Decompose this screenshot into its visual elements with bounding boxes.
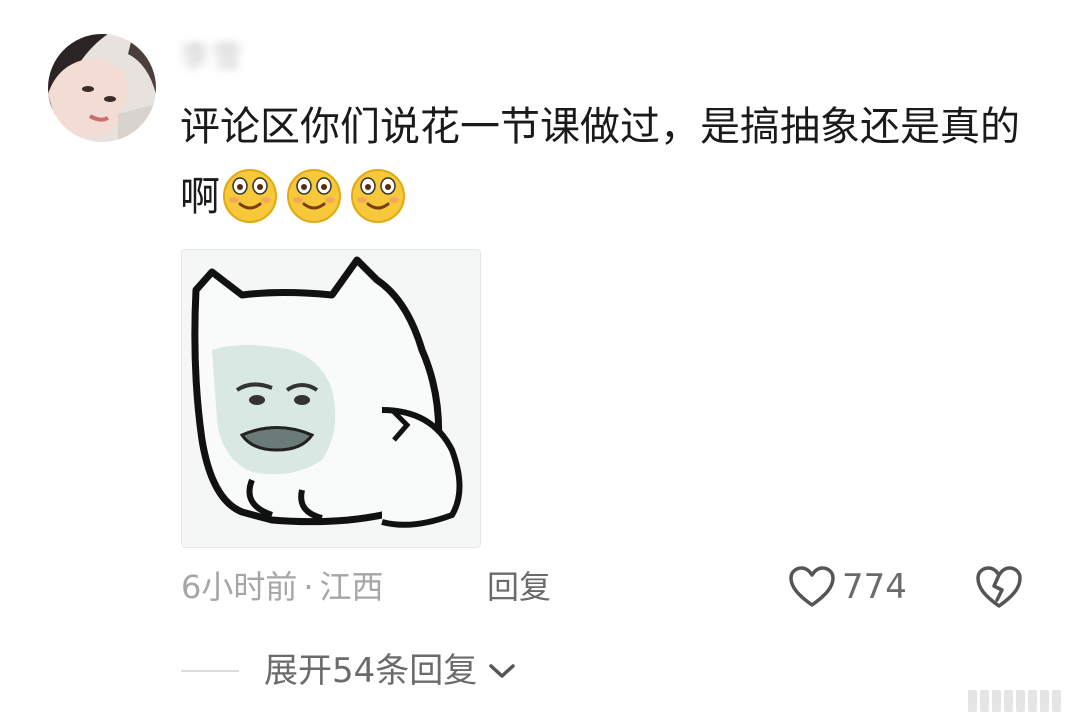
watermark [968,686,1078,716]
location: 江西 [319,568,384,606]
comment-text: 评论区你们说花一节课做过，是搞抽象还是真的啊 [180,92,1020,232]
broken-heart-icon [976,566,1022,608]
avatar-image [48,34,156,142]
reply-button[interactable]: 回复 [487,562,551,612]
smile-emoji-icon [348,164,408,224]
like-button[interactable]: 774 [788,562,907,612]
comment-meta: 6小时前 · 江西 [181,562,384,612]
smile-emoji-icon [220,164,280,224]
heart-icon [789,566,835,607]
like-count: 774 [842,567,907,607]
expand-replies-label: 展开54条回复 [264,651,478,691]
cat-meme-sticker[interactable] [181,249,481,548]
replies-divider [181,670,239,672]
username[interactable]: 李雪 [180,34,244,82]
smile-emoji-icon [284,164,344,224]
chevron-down-icon [489,664,516,678]
timestamp: 6小时前 [181,568,298,606]
dislike-button[interactable] [974,564,1024,610]
expand-replies-button[interactable]: 展开54条回复 [264,646,517,696]
cat-sticker-image [182,250,480,547]
avatar[interactable] [48,34,156,142]
meta-separator: · [303,568,314,606]
